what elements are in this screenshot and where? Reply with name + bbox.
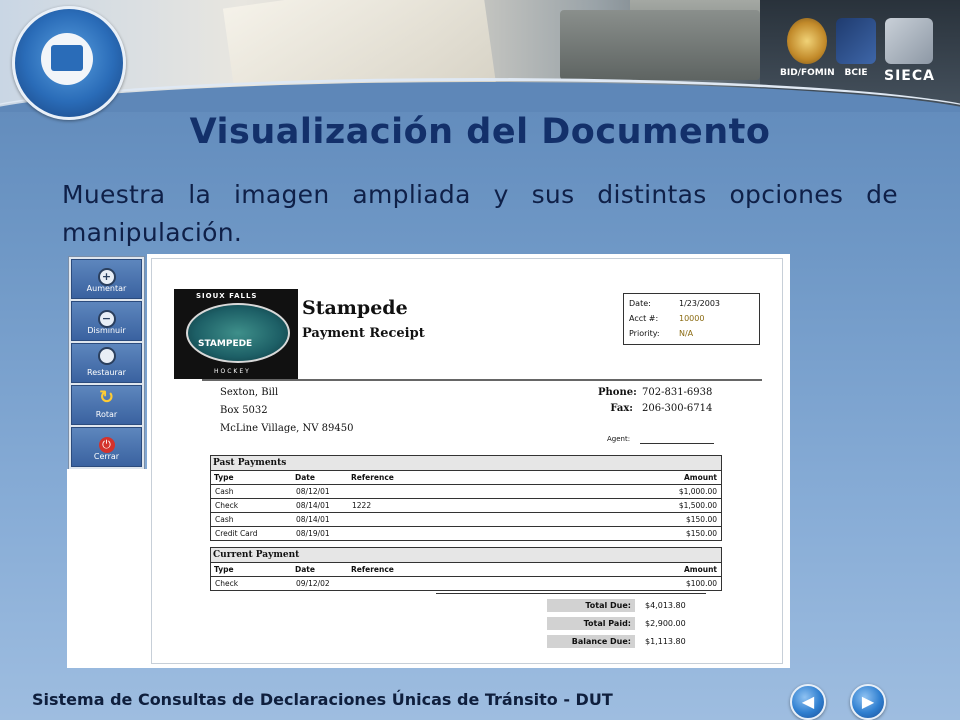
table-row: Credit Card 08/19/01 $150.00 [215, 529, 717, 538]
previous-slide-button[interactable]: ◀ [790, 684, 826, 720]
fax-label: Fax: [610, 403, 633, 414]
arrow-left-icon: ◀ [801, 692, 815, 711]
slide-title: Visualización del Documento [189, 112, 771, 152]
table-header-row: Type Date Reference Amount [211, 471, 721, 485]
sponsor-sieca: SIECA [884, 18, 935, 84]
document-page: SIOUX FALLS STAMPEDE HOCKEY Stampede Pay… [151, 258, 783, 664]
divider [436, 593, 706, 594]
balance-due: Balance Due: $1,113.80 [547, 635, 701, 648]
sponsor-bcie: BCIE [836, 18, 876, 78]
banner-photo-truck-front [560, 10, 760, 80]
truck-icon [51, 45, 83, 71]
agent-signature-line [640, 443, 714, 444]
address-line: Sexton, Bill [220, 387, 279, 398]
current-payment-section: Current Payment Type Date Reference Amou… [210, 547, 722, 591]
document-subtitle: Payment Receipt [302, 326, 425, 341]
current-payment-table: Type Date Reference Amount Check 09/12/0… [211, 563, 721, 590]
document-title: Stampede [302, 297, 408, 319]
restore-button[interactable]: Restaurar [71, 343, 142, 383]
viewer-toolbar: + Aumentar − Disminuir Restaurar ↻ Rotar… [68, 256, 145, 471]
section-title: Past Payments [211, 456, 721, 471]
table-row: Cash 08/14/01 $150.00 [211, 512, 721, 527]
zoom-in-button[interactable]: + Aumentar [71, 259, 142, 299]
receipt-info-box: Date: 1/23/2003 Acct #: 10000 Priority: … [623, 293, 760, 345]
past-payments-section: Past Payments Type Date Reference Amount… [210, 455, 722, 541]
address-line: McLine Village, NV 89450 [220, 423, 354, 434]
zoom-reset-icon [72, 344, 141, 368]
fax-value: 206-300-6714 [642, 403, 713, 414]
next-slide-button[interactable]: ▶ [850, 684, 886, 720]
phone-value: 702-831-6938 [642, 387, 713, 398]
table-header-row: Type Date Reference Amount [211, 563, 721, 577]
table-row: Check 09/12/02 $100.00 [215, 579, 717, 588]
section-title: Current Payment [211, 548, 721, 563]
table-row: Cash 08/12/01 $1,000.00 [211, 484, 721, 499]
divider [202, 379, 762, 381]
total-paid: Total Paid: $2,900.00 [547, 617, 701, 630]
viewer-blank-area [67, 469, 147, 668]
past-payments-table: Type Date Reference Amount Cash 08/12/01… [211, 471, 721, 540]
zoom-in-icon: + [72, 260, 141, 286]
rotate-icon: ↻ [98, 387, 115, 408]
agent-label: Agent: [607, 435, 631, 443]
phone-label: Phone: [598, 387, 637, 398]
slide-description: Muestra la imagen ampliada y sus distint… [62, 180, 898, 247]
total-due: Total Due: $4,013.80 [547, 599, 701, 612]
team-logo: SIOUX FALLS STAMPEDE HOCKEY [174, 289, 298, 379]
zoom-out-icon: − [72, 302, 141, 328]
footer-text: Sistema de Consultas de Declaraciones Ún… [32, 690, 613, 709]
power-icon: ⏻ [72, 428, 141, 453]
document-viewer[interactable]: SIOUX FALLS STAMPEDE HOCKEY Stampede Pay… [147, 254, 790, 668]
map-icon [836, 18, 876, 64]
globe-icon [787, 18, 828, 64]
address-line: Box 5032 [220, 405, 268, 416]
program-logo [12, 6, 126, 120]
rotate-button[interactable]: ↻ Rotar [71, 385, 142, 425]
table-row: Check 08/14/01 1222 $1,500.00 [211, 498, 721, 513]
map-icon [885, 18, 934, 64]
zoom-out-button[interactable]: − Disminuir [71, 301, 142, 341]
arrow-right-icon: ▶ [861, 692, 875, 711]
close-button[interactable]: ⏻ Cerrar [71, 427, 142, 467]
sponsor-bid-fomin: BID/FOMIN [780, 18, 835, 78]
